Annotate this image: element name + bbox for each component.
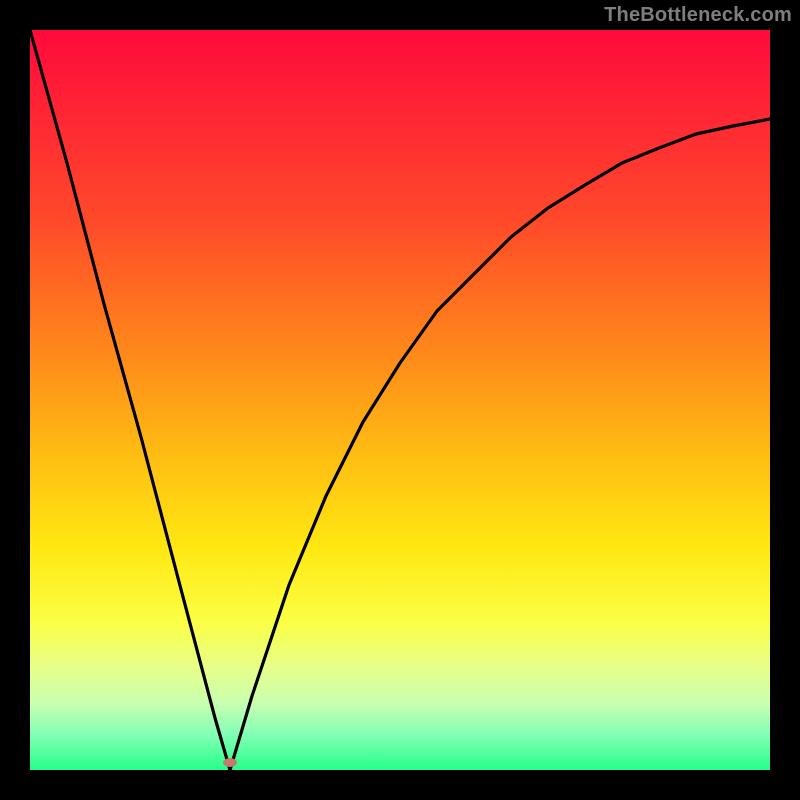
minimum-marker: [223, 758, 237, 767]
chart-frame: [30, 30, 770, 770]
watermark-text: TheBottleneck.com: [604, 4, 792, 27]
bottleneck-curve: [30, 30, 770, 770]
plot-area: [30, 30, 770, 770]
curve-path: [30, 30, 770, 770]
